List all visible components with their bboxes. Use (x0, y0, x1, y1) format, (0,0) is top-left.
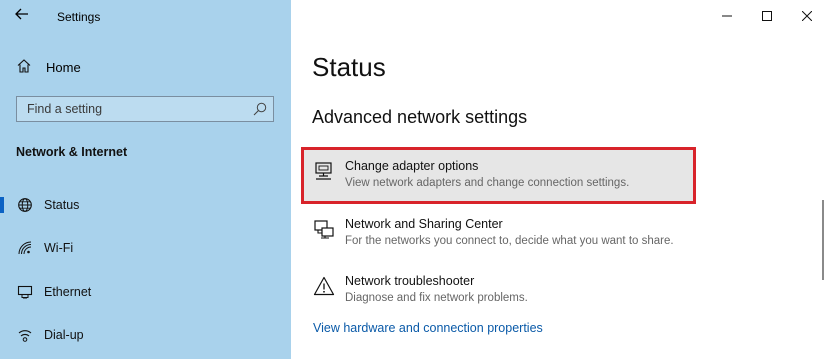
warning-icon (313, 275, 335, 297)
section-title: Advanced network settings (312, 107, 528, 127)
sharing-center-icon (313, 218, 335, 240)
scrollbar[interactable] (822, 200, 824, 280)
sidebar: Settings Home Network & Internet Status … (0, 0, 291, 359)
home-icon (16, 58, 32, 77)
ethernet-icon (17, 284, 33, 300)
sidebar-item-status[interactable]: Status (0, 187, 291, 223)
sidebar-item-label: Status (44, 198, 80, 212)
home-label: Home (46, 60, 81, 75)
search-icon[interactable] (252, 101, 268, 117)
view-hardware-properties-link[interactable]: View hardware and connection properties (313, 321, 543, 335)
option-title: Network troubleshooter (345, 274, 475, 288)
minimize-button[interactable] (707, 0, 747, 32)
window-title: Settings (57, 10, 101, 24)
sidebar-item-label: Dial-up (44, 328, 84, 342)
change-adapter-options[interactable]: Change adapter options View network adap… (301, 147, 696, 204)
minimize-icon (722, 15, 732, 17)
search-input[interactable] (17, 97, 257, 121)
network-troubleshooter[interactable]: Network troubleshooter Diagnose and fix … (301, 262, 693, 319)
main-content: Status Advanced network settings Change … (291, 0, 827, 359)
section-header: Network & Internet (16, 145, 128, 159)
back-arrow-icon[interactable] (14, 6, 34, 26)
page-title: Status (312, 52, 386, 82)
sidebar-item-label: Ethernet (44, 285, 92, 299)
globe-icon (17, 197, 33, 213)
option-title: Change adapter options (345, 159, 479, 173)
close-icon (802, 11, 812, 21)
sidebar-item-label: Wi-Fi (44, 241, 74, 255)
search-box[interactable] (16, 96, 274, 122)
sidebar-item-ethernet[interactable]: Ethernet (0, 274, 291, 310)
option-description: Diagnose and fix network problems. (345, 292, 528, 304)
sidebar-item-dialup[interactable]: Dial-up (0, 317, 291, 353)
sidebar-item-wifi[interactable]: Wi-Fi (0, 230, 291, 266)
window-controls (707, 0, 827, 32)
option-description: For the networks you connect to, decide … (345, 235, 674, 247)
close-button[interactable] (787, 0, 827, 32)
adapter-icon (313, 160, 335, 182)
option-description: View network adapters and change connect… (345, 177, 630, 189)
maximize-icon (762, 11, 772, 21)
option-title: Network and Sharing Center (345, 217, 503, 231)
maximize-button[interactable] (747, 0, 787, 32)
dialup-icon (17, 327, 33, 343)
network-sharing-center[interactable]: Network and Sharing Center For the netwo… (301, 205, 693, 262)
wifi-icon (17, 240, 33, 256)
home-nav-item[interactable]: Home (16, 58, 81, 77)
